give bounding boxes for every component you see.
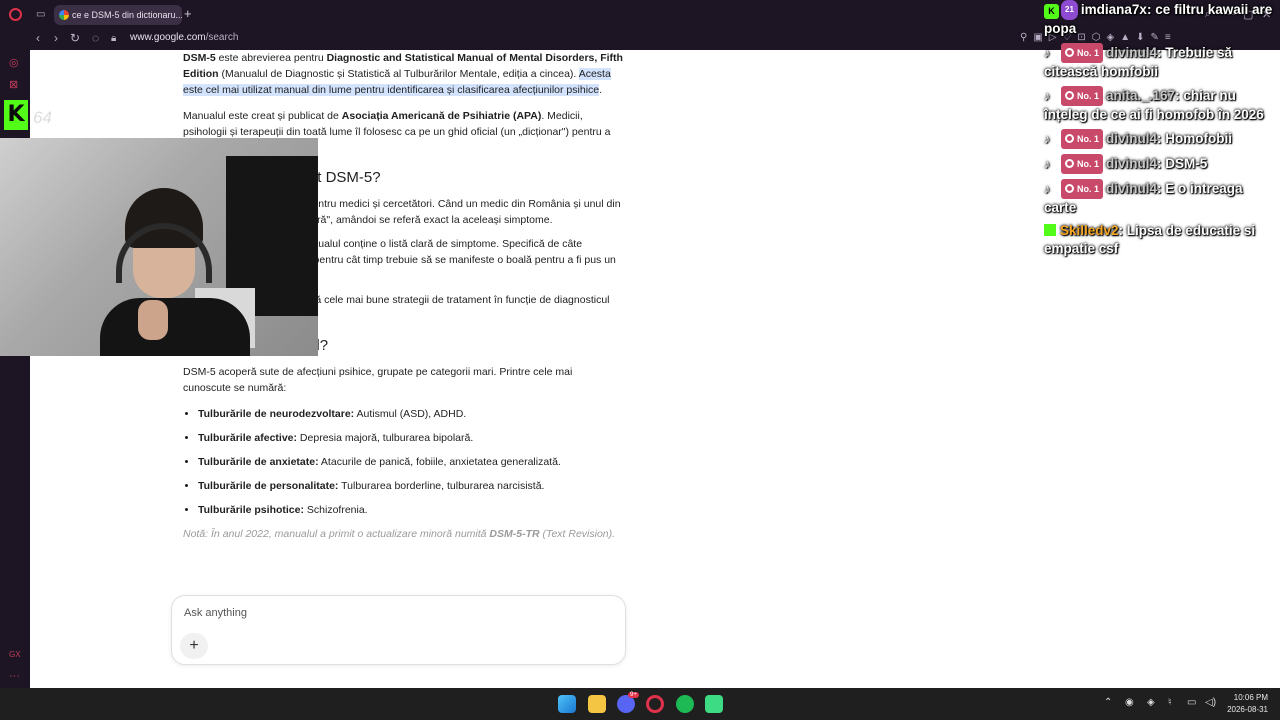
chat-user: Skilledv2 [1060, 223, 1119, 238]
rank-badge: No. 1 [1061, 179, 1104, 199]
tab-menu-icon[interactable]: ▭ [36, 9, 45, 20]
chat-message: ♪ No. 1 divinul4: Trebuie să citească homf… [1044, 43, 1233, 79]
chat-user: divinul4 [1106, 181, 1158, 196]
clock-date: 2026-08-31 [1227, 705, 1268, 714]
list-item: Tulburările de anxietate: Atacurile de p… [198, 454, 623, 470]
display-icon[interactable]: ▭ [1187, 697, 1196, 708]
tray-app-icon[interactable]: ◈ [1147, 697, 1155, 708]
level-badge: 21 [1061, 0, 1078, 20]
app-icon[interactable] [705, 695, 723, 713]
list-item: Tulburările psihotice: Schizofrenia. [198, 502, 623, 518]
webcam-feed [0, 138, 318, 356]
chat-message: ♪ No. 1 divinul4: Homofobii [1044, 129, 1276, 149]
chat-message: Skilledv2: Lipsa de educatie si empatie … [1044, 223, 1256, 256]
tiktok-icon: ♪ [1044, 46, 1050, 60]
chat-user: divinul4 [1106, 131, 1158, 146]
url-host: www.google.com [130, 32, 206, 43]
tab-active[interactable]: ce e DSM-5 din dictionaru... [54, 5, 182, 25]
forward-icon[interactable]: › [54, 31, 58, 45]
reload-icon[interactable]: ↻ [70, 31, 80, 45]
list-item: Tulburările de personalitate: Tulburarea… [198, 478, 623, 494]
tiktok-icon: ♪ [1044, 182, 1050, 196]
lock-icon[interactable]: 🔒︎ [111, 33, 116, 44]
new-tab-button[interactable]: + [184, 6, 192, 21]
google-favicon-icon [59, 10, 69, 20]
rank-badge: No. 1 [1061, 154, 1104, 174]
kick-badge-icon: K [1044, 4, 1059, 19]
tab-title: ce e DSM-5 din dictionaru... [72, 10, 182, 20]
chat-message: K 21 imdiana7x: ce filtru kawaii are popa [1044, 0, 1273, 36]
spotify-icon[interactable] [676, 695, 694, 713]
opera-logo-icon[interactable] [9, 8, 22, 21]
chat-user: divinul4 [1106, 45, 1158, 60]
back-icon[interactable]: ‹ [36, 31, 40, 45]
categories-list: Tulburările de neurodezvoltare: Autismul… [183, 406, 623, 518]
discord-badge: 9+ [628, 692, 639, 698]
webcam-person [100, 188, 250, 356]
paragraph-intro: DSM-5 este abrevierea pentru Diagnostic … [183, 52, 623, 96]
paragraph-contents-intro: DSM-5 acoperă sute de afecțiuni psihice,… [183, 366, 573, 394]
chat-text: ce filtru kawaii are popa [1044, 2, 1273, 36]
chat-text: Homofobii [1165, 131, 1233, 146]
chat-message: ♪ No. 1 anita._.167: chiar nu înțeleg de c… [1044, 86, 1264, 122]
note-text: Notă: În anul 2022, manualul a primit o … [183, 528, 616, 540]
chat-text: DSM-5 [1165, 156, 1208, 171]
microphone-icon[interactable]: ♮ [1168, 697, 1172, 708]
viewer-count: 64 [33, 108, 52, 127]
opera-taskbar-icon[interactable] [646, 695, 664, 713]
tiktok-icon: ♪ [1044, 132, 1050, 146]
sidebar-aria-icon[interactable]: ◎ [9, 56, 19, 69]
file-explorer-icon[interactable] [588, 695, 606, 713]
tray-chevron-icon[interactable]: ⌃ [1104, 697, 1112, 708]
sidebar-gx-icon[interactable]: GX [9, 650, 21, 659]
ask-input-box[interactable]: Ask anything + [171, 595, 626, 665]
tiktok-icon: ♪ [1044, 157, 1050, 171]
chat-user: anita._.167 [1106, 88, 1176, 103]
url-path: /search [205, 32, 239, 43]
tray-discord-icon[interactable]: ◉ [1125, 697, 1134, 708]
sidebar-more-icon[interactable]: ··· [9, 670, 20, 682]
chat-overlay: K 21 imdiana7x: ce filtru kawaii are popa … [1044, 0, 1276, 263]
tiktok-icon: ♪ [1044, 89, 1050, 103]
kick-icon [1044, 224, 1056, 236]
add-attachment-button[interactable]: + [180, 633, 208, 659]
windows-taskbar: 9+ ⌃ ◉ ◈ ♮ ▭ ◁) 10:06 PM 2026-08-31 [0, 688, 1280, 720]
shield-icon[interactable]: ◌ [92, 31, 99, 45]
chat-message: ♪ No. 1 divinul4: E o intreaga carte [1044, 179, 1243, 215]
chat-message: ♪ No. 1 divinul4: DSM-5 [1044, 154, 1276, 174]
ask-input[interactable]: Ask anything [184, 607, 247, 619]
list-item: Tulburările afective: Depresia majoră, t… [198, 430, 623, 446]
clock-time: 10:06 PM [1233, 693, 1268, 702]
rank-badge: No. 1 [1061, 86, 1104, 106]
list-item: Tulburările de neurodezvoltare: Autismul… [198, 406, 623, 422]
windows-start-icon[interactable] [558, 695, 576, 713]
volume-icon[interactable]: ◁) [1205, 697, 1216, 708]
sidebar-wallet-icon[interactable]: ⊠ [9, 78, 18, 91]
rank-badge: No. 1 [1061, 129, 1104, 149]
url-field[interactable]: www.google.com/search [130, 32, 238, 43]
kick-logo-icon: K [4, 100, 28, 130]
clock[interactable]: 10:06 PM 2026-08-31 [1227, 692, 1268, 716]
chat-user: imdiana7x [1080, 2, 1147, 17]
rank-badge: No. 1 [1061, 43, 1104, 63]
chat-user: divinul4 [1106, 156, 1158, 171]
